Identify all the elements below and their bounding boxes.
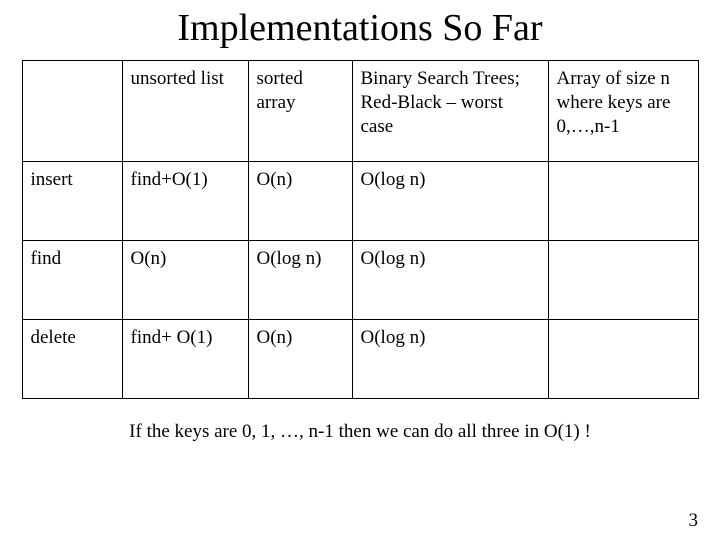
cell: O(log n) — [352, 241, 548, 320]
table-row: insert find+O(1) O(n) O(log n) — [22, 162, 698, 241]
header-direct-array: Array of size n where keys are 0,…,n-1 — [548, 61, 698, 162]
header-bst: Binary Search Trees; Red-Black – worst c… — [352, 61, 548, 162]
op-label: delete — [22, 320, 122, 399]
caption: If the keys are 0, 1, …, n-1 then we can… — [0, 421, 720, 443]
slide: Implementations So Far unsorted list sor… — [0, 6, 720, 546]
cell — [548, 241, 698, 320]
op-label: find — [22, 241, 122, 320]
page-number: 3 — [689, 510, 699, 532]
cell: O(log n) — [352, 320, 548, 399]
complexity-table: unsorted list sorted array Binary Search… — [22, 60, 699, 399]
cell: O(n) — [248, 320, 352, 399]
page-title: Implementations So Far — [0, 6, 720, 50]
cell — [548, 320, 698, 399]
cell: O(log n) — [248, 241, 352, 320]
cell — [548, 162, 698, 241]
table-row: find O(n) O(log n) O(log n) — [22, 241, 698, 320]
header-empty — [22, 61, 122, 162]
header-unsorted-list: unsorted list — [122, 61, 248, 162]
cell: O(n) — [122, 241, 248, 320]
cell: find+ O(1) — [122, 320, 248, 399]
header-sorted-array: sorted array — [248, 61, 352, 162]
op-label: insert — [22, 162, 122, 241]
table-row: delete find+ O(1) O(n) O(log n) — [22, 320, 698, 399]
cell: O(log n) — [352, 162, 548, 241]
cell: find+O(1) — [122, 162, 248, 241]
cell: O(n) — [248, 162, 352, 241]
table-header-row: unsorted list sorted array Binary Search… — [22, 61, 698, 162]
